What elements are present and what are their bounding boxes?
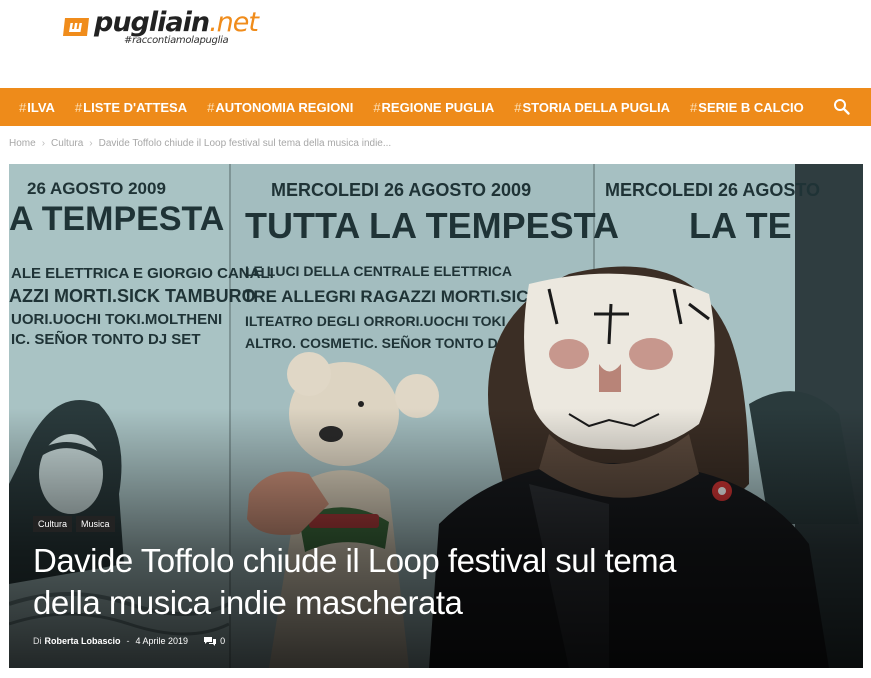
breadcrumb-current: Davide Toffolo chiude il Loop festival s… xyxy=(98,138,392,149)
comment-icon xyxy=(204,636,217,646)
breadcrumb-separator: › xyxy=(89,138,93,149)
article-meta: Di Roberta Lobascio - 4 Aprile 2019 0 xyxy=(33,636,225,646)
meta-separator: - xyxy=(126,636,130,646)
logo-tagline: #raccontiamolapuglia xyxy=(124,35,229,46)
nav-item-ilva[interactable]: #ILVA xyxy=(0,100,65,115)
breadcrumb: Home › Cultura › Davide Toffolo chiude il Lo… xyxy=(9,138,391,149)
category-tag[interactable]: Musica xyxy=(76,516,115,532)
poster-2-line: ILTEATRO DEGLI ORRORI.UOCHI TOKI xyxy=(245,313,506,329)
poster-2-line: TRE ALLEGRI RAGAZZI MORTI.SICK T xyxy=(243,287,557,306)
poster-3-line: LA TE xyxy=(689,205,792,246)
poster-3-line: MERCOLEDI 26 AGOSTO xyxy=(605,180,820,200)
site-logo[interactable]: pugliain.net #raccontiamolapuglia xyxy=(62,7,259,46)
nav-hash: # xyxy=(373,99,381,115)
category-tag[interactable]: Cultura xyxy=(33,516,73,532)
nav-item-regione-puglia[interactable]: #REGIONE PUGLIA xyxy=(363,100,504,115)
logo-mark-icon xyxy=(63,18,89,36)
article-title[interactable]: Davide Toffolo chiude il Loop festival s… xyxy=(33,540,733,624)
nav-item-autonomia-regioni[interactable]: #AUTONOMIA REGIONI xyxy=(197,100,363,115)
breadcrumb-section[interactable]: Cultura xyxy=(51,138,83,149)
image-overlay xyxy=(9,408,863,668)
poster-2-line: TUTTA LA TEMPESTA xyxy=(245,205,619,246)
nav-hash: # xyxy=(207,99,215,115)
nav-hash: # xyxy=(690,99,698,115)
article-date: 4 Aprile 2019 xyxy=(135,636,189,646)
logo-name-tld: .net xyxy=(209,7,259,38)
nav-hash: # xyxy=(19,99,27,115)
poster-1-line: UORI.UOCHI TOKI.MOLTHENI xyxy=(11,311,222,328)
nav-label: LISTE D'ATTESA xyxy=(83,99,188,115)
article-categories: Cultura Musica xyxy=(33,516,115,532)
nav-hash: # xyxy=(74,99,83,115)
featured-article[interactable]: 26 AGOSTO 2009 A TEMPESTA ALE ELETTRICA … xyxy=(9,164,863,668)
site-header: pugliain.net #raccontiamolapuglia xyxy=(0,0,871,88)
search-icon[interactable] xyxy=(833,98,851,116)
breadcrumb-separator: › xyxy=(41,138,46,149)
nav-label: SERIE B CALCIO xyxy=(698,99,804,115)
nav-label: AUTONOMIA REGIONI xyxy=(215,99,354,115)
nav-label: STORIA DELLA PUGLIA xyxy=(522,99,671,115)
poster-2-line: ALTRO. COSMETIC. SEÑOR TONTO DJ xyxy=(245,334,506,351)
poster-1-line: A TEMPESTA xyxy=(9,200,224,238)
breadcrumb-home[interactable]: Home xyxy=(9,138,36,149)
comments-link[interactable]: 0 xyxy=(204,636,225,646)
poster-1-line: ALE ELETTRICA E GIORGIO CANALI xyxy=(11,265,274,282)
logo-name-main: pugliain xyxy=(94,7,210,38)
nav-label: ILVA xyxy=(27,99,55,115)
nav-hash: # xyxy=(514,99,522,115)
author-link[interactable]: Roberta Lobascio xyxy=(45,636,121,646)
nav-label: REGIONE PUGLIA xyxy=(381,99,495,115)
nav-item-serie-b-calcio[interactable]: #SERIE B CALCIO xyxy=(680,100,814,115)
poster-1-line: 26 AGOSTO 2009 xyxy=(27,179,166,198)
poster-1-line: AZZI MORTI.SICK TAMBURO xyxy=(9,286,256,306)
byline-prefix: Di xyxy=(33,636,42,646)
poster-1-line: IC. SEÑOR TONTO DJ SET xyxy=(11,330,200,348)
nav-item-storia-puglia[interactable]: #STORIA DELLA PUGLIA xyxy=(504,100,680,115)
poster-2-line: MERCOLEDI 26 AGOSTO 2009 xyxy=(271,180,531,200)
comment-count: 0 xyxy=(220,636,226,646)
poster-2-line: LE LUCI DELLA CENTRALE ELETTRICA xyxy=(245,263,512,279)
main-nav: #ILVA #LISTE D'ATTESA #AUTONOMIA REGIONI… xyxy=(0,88,871,126)
nav-item-liste-attesa[interactable]: #LISTE D'ATTESA xyxy=(65,100,197,115)
